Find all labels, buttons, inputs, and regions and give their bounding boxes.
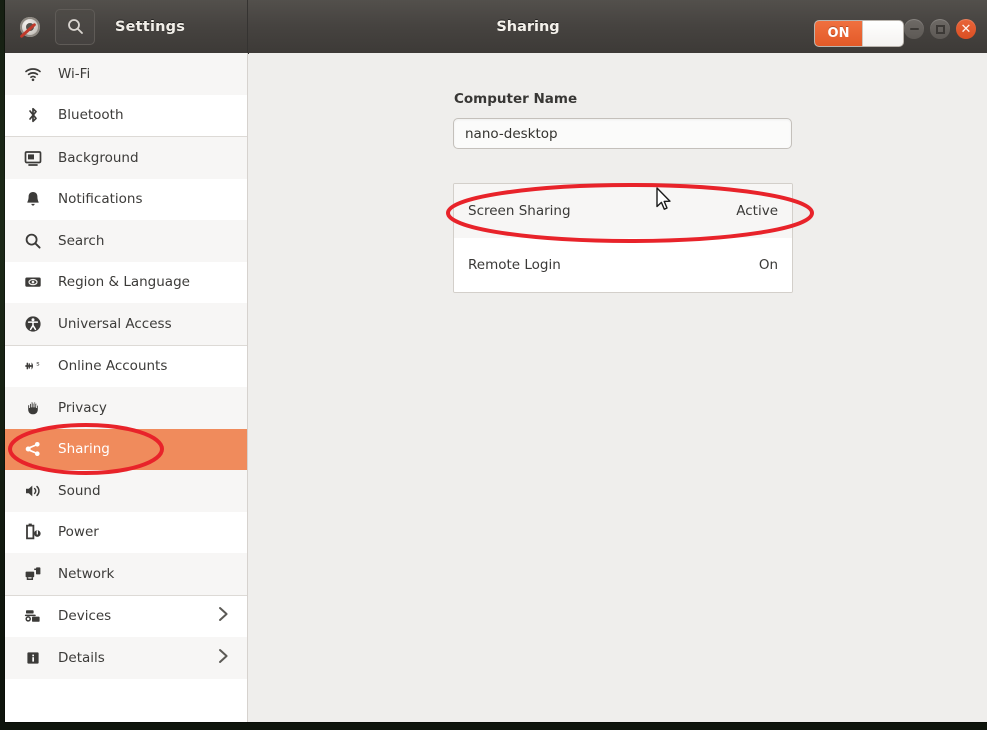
maximize-icon xyxy=(935,24,945,34)
computer-name-input[interactable] xyxy=(453,118,792,149)
maximize-button[interactable] xyxy=(930,19,950,39)
info-icon xyxy=(22,647,44,669)
sidebar-item-label: Wi-Fi xyxy=(58,65,91,82)
sidebar-item-online-accounts[interactable]: s Online Accounts xyxy=(5,345,247,387)
sidebar-item-privacy[interactable]: Privacy xyxy=(5,387,247,429)
chevron-right-icon xyxy=(217,606,230,626)
background-icon xyxy=(22,147,44,169)
window-titlebar: Settings Sharing ON ✕ xyxy=(5,0,987,54)
sidebar-item-region-language[interactable]: Region & Language xyxy=(5,261,247,303)
window-controls: ✕ xyxy=(904,19,976,39)
svg-text:s: s xyxy=(36,360,40,368)
sidebar-item-label: Universal Access xyxy=(58,315,172,332)
sidebar-item-devices[interactable]: Devices xyxy=(5,595,247,637)
row-label: Screen Sharing xyxy=(468,203,571,219)
sidebar-item-label: Network xyxy=(58,565,115,582)
sidebar-item-label: Power xyxy=(58,524,99,541)
search-icon xyxy=(67,19,83,34)
sidebar-item-label: Background xyxy=(58,149,139,166)
sidebar-item-label: Search xyxy=(58,232,105,249)
sidebar-item-label: Online Accounts xyxy=(58,358,168,375)
mouse-cursor xyxy=(656,187,671,210)
titlebar-left-section: Settings xyxy=(5,0,248,53)
sidebar-item-label: Bluetooth xyxy=(58,107,124,124)
wifi-icon xyxy=(22,63,44,85)
sidebar-item-universal-access[interactable]: Universal Access xyxy=(5,303,247,345)
sidebar-item-label: Sound xyxy=(58,482,101,499)
sidebar-item-label: Details xyxy=(58,649,105,666)
search-button[interactable] xyxy=(55,8,95,45)
sidebar-item-bluetooth[interactable]: Bluetooth xyxy=(5,94,247,136)
search-icon xyxy=(22,230,44,252)
devices-icon xyxy=(22,605,44,627)
row-status: On xyxy=(758,257,778,273)
sidebar-item-sharing[interactable]: Sharing xyxy=(5,428,247,470)
settings-gear-icon xyxy=(19,16,41,38)
sidebar-item-label: Notifications xyxy=(58,191,143,208)
app-title: Settings xyxy=(115,18,186,35)
toggle-on-label: ON xyxy=(815,21,862,46)
sidebar-item-label: Region & Language xyxy=(58,274,190,291)
toggle-knob[interactable] xyxy=(862,21,903,46)
row-label: Remote Login xyxy=(468,257,561,273)
minimize-icon xyxy=(909,28,919,30)
sharing-panel: Computer Name Screen Sharing Active Remo… xyxy=(249,53,987,722)
computer-name-label: Computer Name xyxy=(454,91,578,107)
sidebar-item-label: Devices xyxy=(58,608,112,625)
region-language-icon xyxy=(22,271,44,293)
speaker-icon xyxy=(22,480,44,502)
sidebar-item-details[interactable]: Details xyxy=(5,637,247,679)
close-icon: ✕ xyxy=(960,21,972,37)
bluetooth-icon xyxy=(22,104,44,126)
sharing-row-remote-login[interactable]: Remote Login On xyxy=(454,238,792,292)
power-battery-icon xyxy=(22,521,44,543)
sharing-row-screen-sharing[interactable]: Screen Sharing Active xyxy=(454,184,792,238)
bell-icon xyxy=(22,188,44,210)
sidebar-item-notifications[interactable]: Notifications xyxy=(5,178,247,220)
sidebar-item-label: Privacy xyxy=(58,399,107,416)
chevron-right-icon xyxy=(217,648,230,668)
screen: Settings Sharing ON ✕ Wi-Fi Bluetooth Ba… xyxy=(0,0,987,730)
accessibility-icon xyxy=(22,313,44,335)
window-title: Sharing xyxy=(496,18,560,35)
sidebar-item-power[interactable]: Power xyxy=(5,511,247,553)
sidebar-item-search[interactable]: Search xyxy=(5,220,247,262)
network-icon xyxy=(22,563,44,585)
minimize-button[interactable] xyxy=(904,19,924,39)
sidebar-item-background[interactable]: Background xyxy=(5,137,247,179)
sharing-options-list: Screen Sharing Active Remote Login On xyxy=(453,183,793,293)
row-status: Active xyxy=(736,203,778,219)
sidebar-item-wifi[interactable]: Wi-Fi xyxy=(5,53,247,95)
sidebar-item-sound[interactable]: Sound xyxy=(5,470,247,512)
sidebar-item-network[interactable]: Network xyxy=(5,553,247,595)
sharing-master-toggle[interactable]: ON xyxy=(814,20,904,47)
close-button[interactable]: ✕ xyxy=(956,19,976,39)
sidebar-item-label: Sharing xyxy=(58,441,110,458)
share-icon xyxy=(22,438,44,460)
settings-window: Settings Sharing ON ✕ Wi-Fi Bluetooth Ba… xyxy=(5,0,987,722)
settings-sidebar[interactable]: Wi-Fi Bluetooth Background Notifications… xyxy=(5,53,248,722)
hand-icon xyxy=(22,397,44,419)
online-accounts-icon: s xyxy=(22,355,44,377)
